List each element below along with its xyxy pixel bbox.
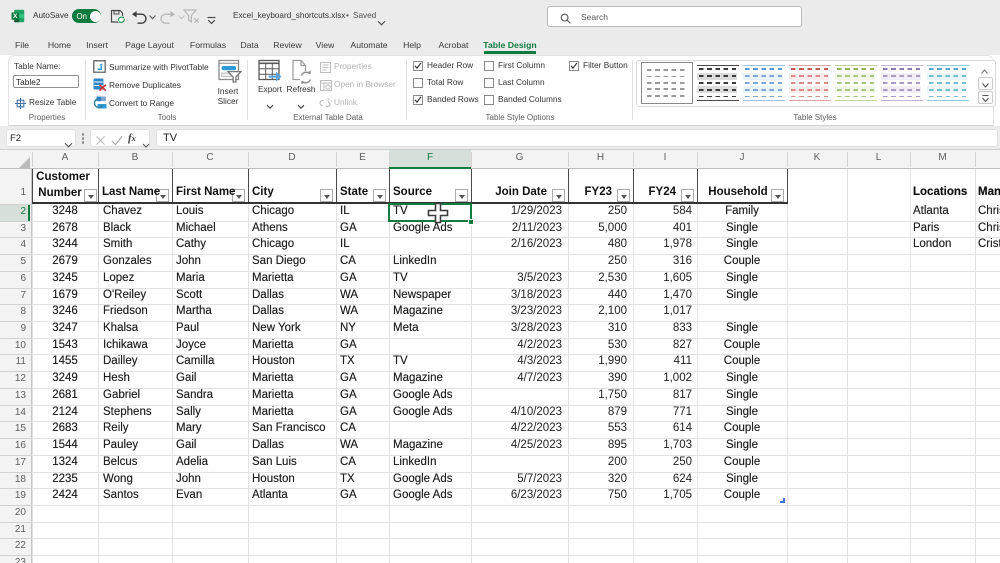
svg-text:X: X [13,13,18,20]
